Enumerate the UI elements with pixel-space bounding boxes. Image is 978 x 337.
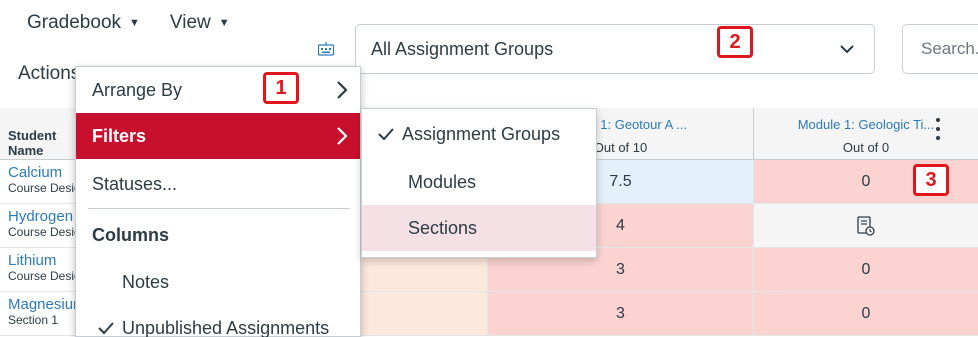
student-name-link[interactable]: Lithium <box>8 253 75 269</box>
student-name-link[interactable]: Magnesium <box>8 297 75 313</box>
assignment-header-geologic[interactable]: Module 1: Geologic Ti... Out of 0 <box>753 108 978 160</box>
callout-2: 2 <box>717 26 753 58</box>
chevron-right-icon <box>337 127 348 145</box>
view-dropdown-menu: Arrange By Filters Statuses... Columns N… <box>75 66 361 337</box>
assignment-points: Out of 0 <box>842 140 890 155</box>
top-nav: Gradebook ▼ View ▼ <box>27 12 230 34</box>
student-section: Section 1 <box>8 313 59 327</box>
student-name-header[interactable]: Student Name <box>0 108 75 160</box>
assignment-group-select[interactable]: All Assignment Groups <box>355 24 875 74</box>
caret-down-icon: ▼ <box>129 17 140 29</box>
submenu-item-sections[interactable]: Sections <box>362 205 596 251</box>
keyboard-icon[interactable] <box>318 42 334 56</box>
arrange-by-label: Arrange By <box>92 79 183 100</box>
unpublished-label: Unpublished Assignments <box>122 317 330 337</box>
submenu-item-assignment-groups[interactable]: Assignment Groups <box>362 111 596 157</box>
student-name-link[interactable]: Hydrogen <box>8 209 75 225</box>
assignment-groups-label: Assignment Groups <box>402 123 561 144</box>
filters-label: Filters <box>92 125 147 146</box>
callout-1: 1 <box>263 72 299 104</box>
chevron-down-icon <box>840 45 854 54</box>
menu-item-filters[interactable]: Filters <box>76 113 360 159</box>
grade-cell[interactable]: 0 <box>753 292 978 336</box>
grade-cell[interactable] <box>753 204 978 248</box>
columns-heading-label: Columns <box>92 224 170 245</box>
checkmark-icon <box>378 128 394 141</box>
search-placeholder: Search... <box>921 39 978 58</box>
student-name-link[interactable]: Calcium <box>8 165 75 181</box>
menu-item-statuses[interactable]: Statuses... <box>76 161 360 207</box>
student-cell: Lithium Course Designer <box>0 248 75 292</box>
assignment-title[interactable]: Module 1: Geologic Ti... <box>754 117 978 132</box>
assignment-group-value: All Assignment Groups <box>371 38 554 59</box>
student-cell: Magnesium Section 1 <box>0 292 75 336</box>
grade-cell[interactable]: 3 <box>487 292 753 336</box>
actions-label: Actions <box>18 63 81 84</box>
statuses-label: Statuses... <box>92 173 178 194</box>
menu-item-arrange-by[interactable]: Arrange By <box>76 67 360 113</box>
checkmark-icon <box>98 322 114 335</box>
student-cell: Hydrogen Course Designer <box>0 204 75 248</box>
grade-cell[interactable]: 0 <box>753 248 978 292</box>
filters-submenu: Assignment Groups Modules Sections <box>361 108 597 258</box>
grade-cell[interactable] <box>360 292 487 336</box>
caret-down-icon: ▼ <box>218 17 230 29</box>
menu-divider <box>88 208 350 209</box>
student-header-label: Student Name <box>8 128 57 158</box>
menu-heading-columns: Columns <box>76 212 360 258</box>
view-menu-button[interactable]: View ▼ <box>170 12 230 34</box>
menu-item-notes[interactable]: Notes <box>76 259 360 305</box>
student-section: Course Designer <box>8 181 75 195</box>
student-section: Course Designer <box>8 269 75 283</box>
view-label: View <box>169 12 211 33</box>
student-cell: Calcium Course Designer <box>0 160 75 204</box>
student-section: Course Designer <box>8 225 75 239</box>
notes-label: Notes <box>122 271 170 292</box>
callout-3: 3 <box>913 164 949 196</box>
gradebook-menu-button[interactable]: Gradebook ▼ <box>27 12 140 34</box>
column-options-icon[interactable] <box>936 118 940 145</box>
search-input[interactable]: Search... <box>902 24 978 74</box>
modules-label: Modules <box>408 171 477 192</box>
chevron-right-icon <box>337 81 348 99</box>
gradebook-label: Gradebook <box>27 12 122 33</box>
actions-menu-button[interactable]: Actions <box>18 63 80 85</box>
submenu-item-modules[interactable]: Modules <box>362 159 596 205</box>
pending-review-icon <box>857 215 875 236</box>
menu-item-unpublished-assignments[interactable]: Unpublished Assignments <box>76 305 360 337</box>
sections-label: Sections <box>408 217 478 238</box>
